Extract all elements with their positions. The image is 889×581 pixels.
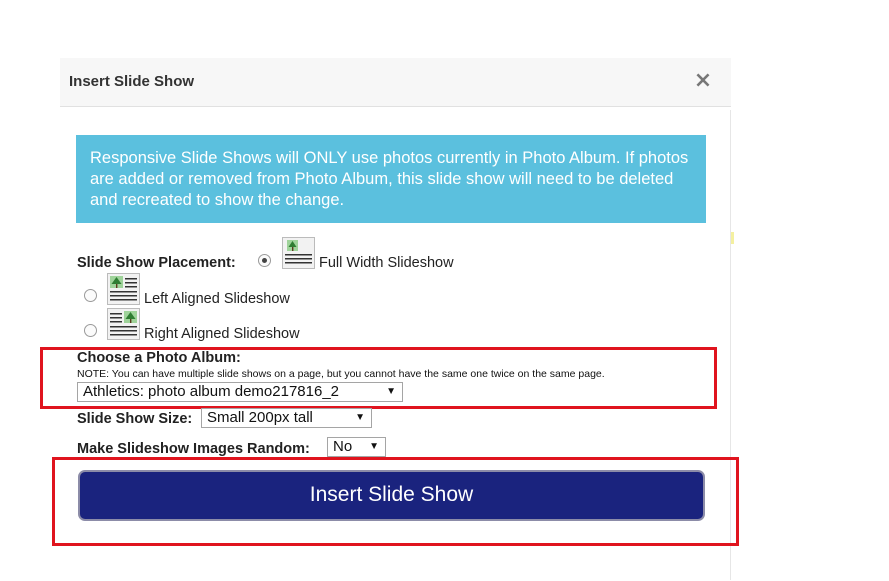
option-right-aligned-label: Right Aligned Slideshow: [144, 326, 300, 342]
size-label: Slide Show Size:: [77, 411, 193, 427]
option-full-width-label: Full Width Slideshow: [319, 255, 454, 271]
dialog-header: Insert Slide Show ×: [60, 58, 731, 107]
radio-left-aligned[interactable]: [84, 289, 97, 302]
size-select[interactable]: Small 200px tall ▼: [201, 408, 372, 428]
random-select[interactable]: No ▼: [327, 437, 386, 457]
highlight-insert-button: [52, 457, 739, 546]
close-icon[interactable]: ×: [692, 70, 714, 92]
dialog-title: Insert Slide Show: [69, 73, 195, 90]
random-label: Make Slideshow Images Random:: [77, 441, 310, 457]
chevron-down-icon: ▼: [369, 441, 379, 452]
chevron-down-icon: ▼: [355, 412, 365, 423]
full-width-layout-icon: [282, 237, 315, 269]
highlight-album: [40, 347, 717, 409]
random-select-value: No: [333, 438, 353, 455]
radio-right-aligned[interactable]: [84, 324, 97, 337]
size-select-value: Small 200px tall: [207, 409, 313, 426]
right-aligned-layout-icon: [107, 308, 140, 340]
option-left-aligned-label: Left Aligned Slideshow: [144, 291, 290, 307]
info-alert: Responsive Slide Shows will ONLY use pho…: [76, 135, 706, 223]
placement-label: Slide Show Placement:: [77, 255, 236, 271]
left-aligned-layout-icon: [107, 273, 140, 305]
radio-full-width[interactable]: [258, 254, 271, 267]
